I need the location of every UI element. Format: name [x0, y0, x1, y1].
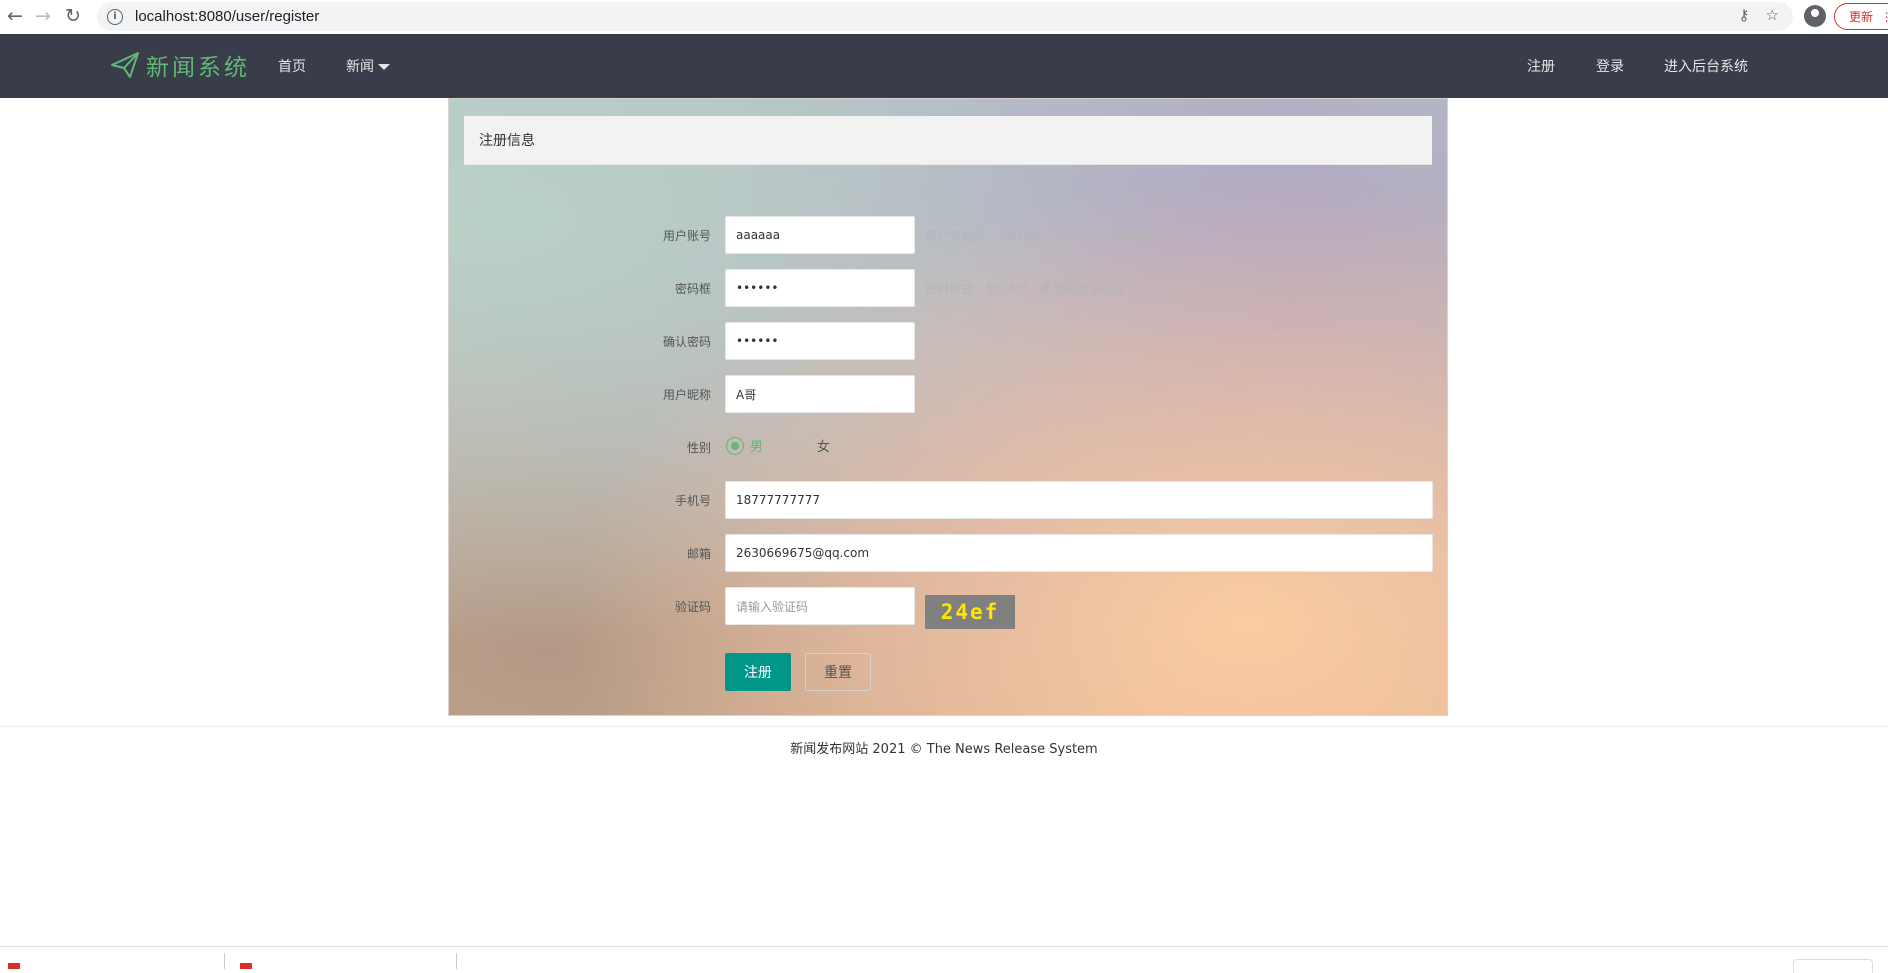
show-all-downloads-button[interactable] — [1793, 959, 1873, 973]
browser-toolbar: ← → ↻ i localhost:8080/user/register ⚷ ☆… — [0, 0, 1888, 34]
email-input[interactable]: 2630669675@qq.com — [725, 534, 1433, 572]
nickname-label: 用户昵称 — [662, 388, 711, 402]
download-file-icon[interactable] — [240, 963, 252, 969]
gender-label: 性别 — [686, 441, 711, 455]
password-hint: 密码格式：至少6位，英文与数字组成 — [925, 282, 1125, 296]
username-input[interactable]: aaaaaa — [725, 216, 915, 254]
download-separator — [224, 953, 225, 969]
nickname-input[interactable]: A哥 — [725, 375, 915, 413]
captcha-label: 验证码 — [674, 600, 711, 614]
url-text: localhost:8080/user/register — [135, 8, 320, 25]
password-input[interactable]: •••••• — [725, 269, 915, 307]
nav-home-link[interactable]: 首页 — [278, 56, 306, 76]
site-logo[interactable]: 新闻系统 — [110, 48, 250, 82]
gender-female-radio[interactable]: 女 — [793, 436, 830, 455]
download-file-icon[interactable] — [8, 963, 20, 969]
reset-button[interactable]: 重置 — [805, 653, 871, 691]
captcha-input[interactable]: 请输入验证码 — [725, 587, 915, 625]
gender-male-radio[interactable]: 男 — [726, 436, 763, 455]
download-separator — [456, 953, 457, 969]
phone-label: 手机号 — [674, 494, 711, 508]
key-icon[interactable]: ⚷ — [1739, 6, 1750, 24]
download-bar — [0, 946, 1888, 973]
email-label: 邮箱 — [686, 547, 711, 561]
paper-plane-icon — [111, 52, 139, 78]
register-submit-button[interactable]: 注册 — [725, 653, 791, 691]
top-navigation: 新闻系统 首页 新闻 注册 登录 进入后台系统 — [0, 34, 1888, 98]
address-bar[interactable]: i localhost:8080/user/register ⚷ ☆ — [97, 2, 1793, 31]
radio-unchecked-icon — [793, 436, 811, 455]
password-label: 密码框 — [674, 282, 711, 296]
back-arrow-icon[interactable]: ← — [0, 1, 30, 31]
nav-login-link[interactable]: 登录 — [1596, 56, 1624, 76]
site-info-icon[interactable]: i — [107, 8, 123, 25]
footer-divider — [0, 726, 1888, 727]
page-footer: 新闻发布网站 2021 © The News Release System — [790, 742, 1098, 757]
confirm-password-label: 确认密码 — [662, 335, 711, 349]
star-icon[interactable]: ☆ — [1766, 6, 1779, 24]
phone-input[interactable]: 18777777777 — [725, 481, 1433, 519]
confirm-password-input[interactable]: •••••• — [725, 322, 915, 360]
nav-register-link[interactable]: 注册 — [1527, 56, 1555, 76]
caret-down-icon — [378, 64, 390, 70]
logo-text: 新闻系统 — [146, 55, 250, 81]
username-label: 用户账号 — [662, 229, 711, 243]
register-card: 注册信息 用户账号 aaaaaa 用户名格式：4到10位，由大小写字母和数字组成… — [448, 98, 1448, 716]
card-header: 注册信息 — [464, 116, 1432, 165]
reload-icon[interactable]: ↻ — [58, 1, 88, 31]
update-button[interactable]: 更新 ⋮ — [1834, 3, 1888, 30]
forward-arrow-icon[interactable]: → — [28, 1, 58, 31]
captcha-image[interactable]: 24ef — [925, 595, 1015, 629]
profile-avatar-icon[interactable] — [1804, 5, 1826, 27]
nav-admin-link[interactable]: 进入后台系统 — [1664, 56, 1748, 76]
username-hint: 用户名格式：4到10位，由大小写字母和数字组成 — [925, 229, 1188, 243]
nav-news-dropdown[interactable]: 新闻 — [346, 56, 390, 76]
radio-checked-icon — [726, 436, 744, 455]
